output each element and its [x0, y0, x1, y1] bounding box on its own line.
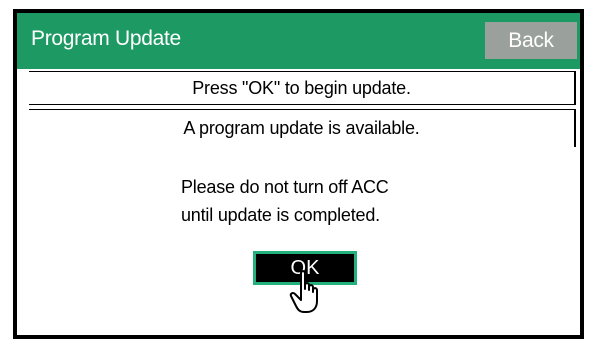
title-bar: Program Update Back: [17, 13, 580, 69]
status-row: A program update is available.: [29, 109, 576, 147]
back-button[interactable]: Back: [485, 22, 577, 59]
instruction-row: Press "OK" to begin update.: [29, 71, 576, 105]
program-update-screen: Program Update Back Press "OK" to begin …: [17, 13, 580, 335]
warning-message: Please do not turn off ACC until update …: [181, 173, 389, 229]
screen-frame: Program Update Back Press "OK" to begin …: [13, 9, 584, 339]
page-title: Program Update: [31, 27, 181, 50]
warning-line-2: until update is completed.: [181, 205, 380, 225]
warning-line-1: Please do not turn off ACC: [181, 177, 389, 197]
hand-pointer-icon: [289, 270, 318, 313]
